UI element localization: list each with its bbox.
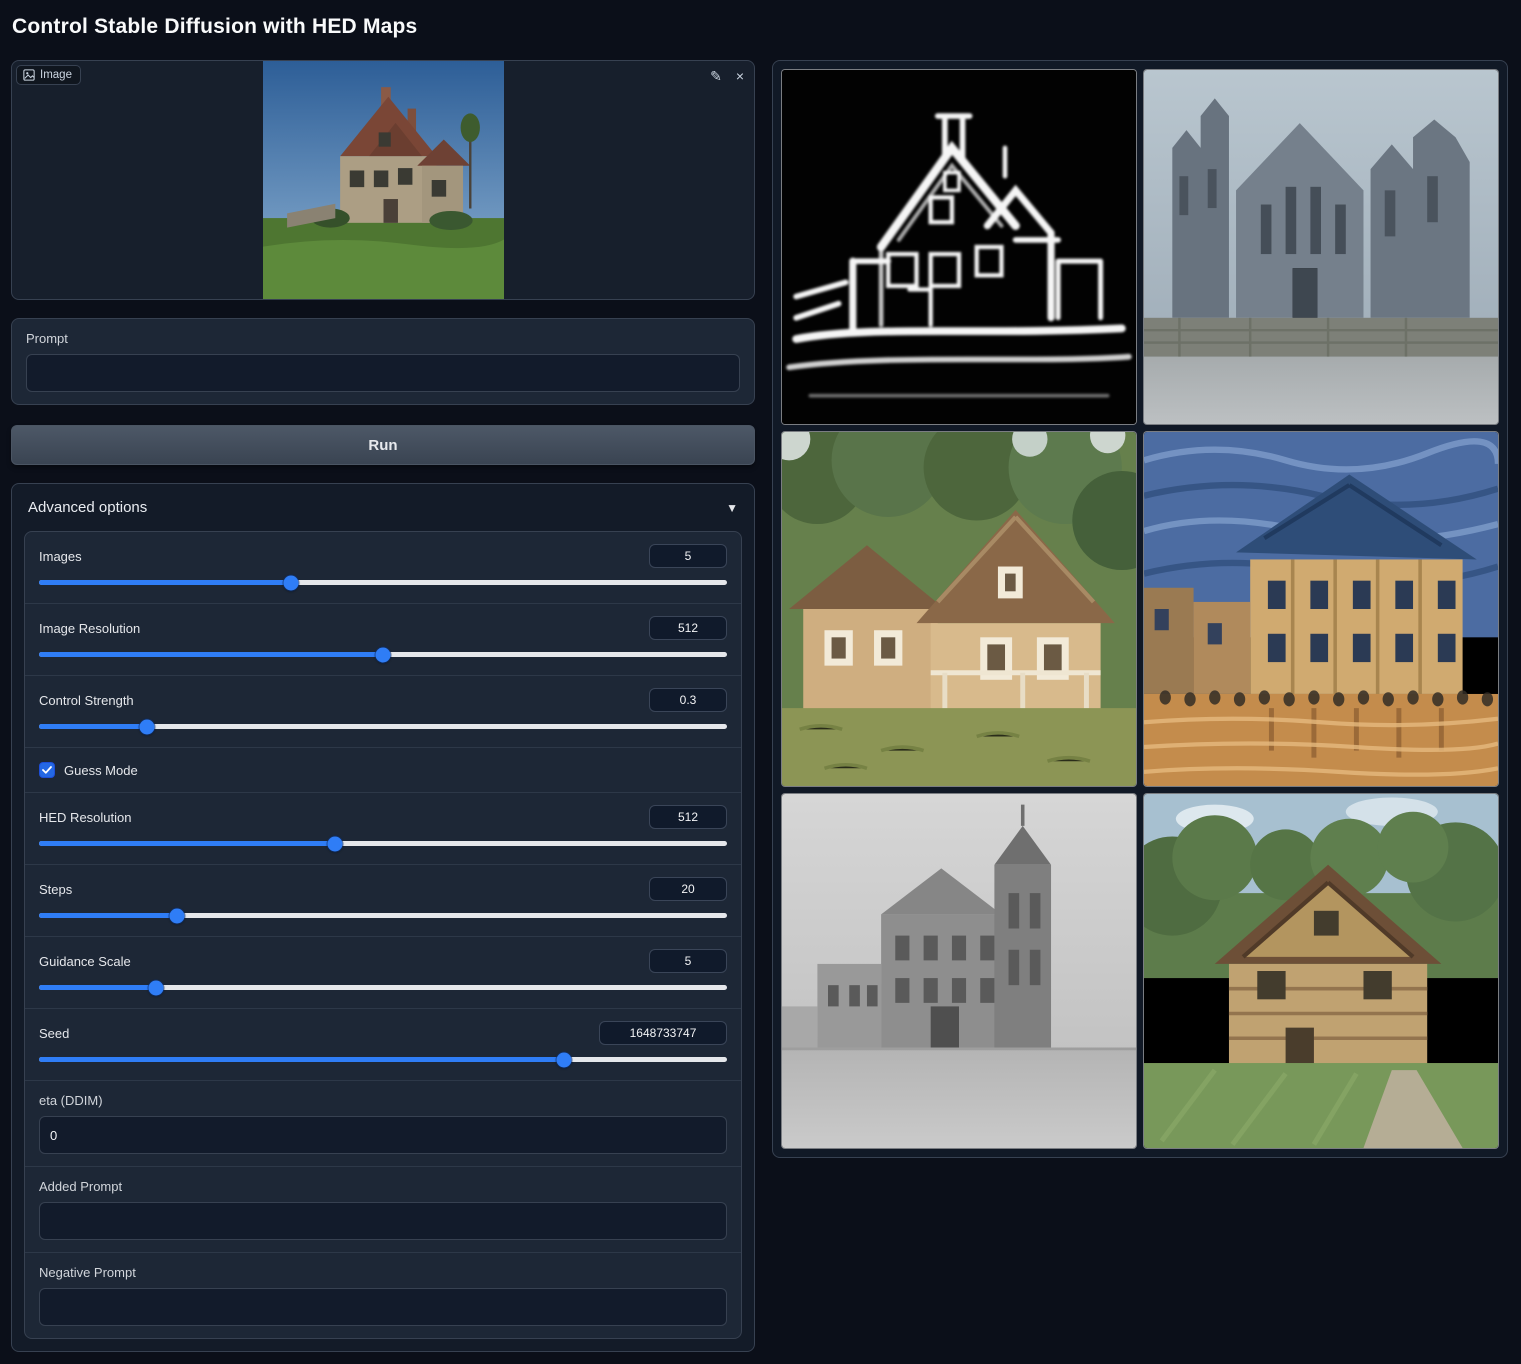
image-resolution-slider[interactable] <box>39 652 727 657</box>
image-input-dropzone[interactable]: Image ✎ × <box>11 60 755 300</box>
slider-row-steps: Steps <box>25 864 741 936</box>
guess-mode-label: Guess Mode <box>64 763 138 778</box>
run-button[interactable]: Run <box>11 425 755 465</box>
eta-label: eta (DDIM) <box>39 1093 727 1108</box>
gallery-item-grayscale-building[interactable] <box>781 793 1137 1149</box>
steps-label: Steps <box>39 882 72 897</box>
app-root: Control Stable Diffusion with HED Maps I… <box>0 0 1521 1364</box>
added-prompt-label: Added Prompt <box>39 1179 727 1194</box>
advanced-form: Images Image Resolution <box>24 531 742 1339</box>
output-gallery <box>772 60 1508 1158</box>
negative-prompt-row: Negative Prompt <box>25 1252 741 1338</box>
guidance-scale-label: Guidance Scale <box>39 954 131 969</box>
slider-row-images: Images <box>25 532 741 603</box>
image-input-tag-label: Image <box>40 69 72 81</box>
image-resolution-value-input[interactable] <box>649 616 727 640</box>
image-actions: ✎ × <box>708 67 746 85</box>
hed-resolution-slider[interactable] <box>39 841 727 846</box>
advanced-options-body: Images Image Resolution <box>12 531 754 1351</box>
clear-image-button[interactable]: × <box>734 67 746 85</box>
pencil-icon: ✎ <box>710 68 722 84</box>
control-strength-slider-thumb[interactable] <box>140 719 155 734</box>
prompt-label: Prompt <box>26 331 740 346</box>
image-icon <box>23 69 35 81</box>
added-prompt-input[interactable] <box>39 1202 727 1240</box>
steps-slider-thumb[interactable] <box>169 908 184 923</box>
advanced-options-title: Advanced options <box>28 499 147 516</box>
gallery-item-house-with-trees[interactable] <box>1143 793 1499 1149</box>
painted-house-image <box>782 432 1136 786</box>
guess-mode-checkbox[interactable] <box>39 762 55 778</box>
gallery-item-stylized-painting[interactable] <box>1143 431 1499 787</box>
prompt-input[interactable] <box>26 354 740 392</box>
image-resolution-label: Image Resolution <box>39 621 140 636</box>
control-strength-label: Control Strength <box>39 693 134 708</box>
images-slider-thumb[interactable] <box>284 575 299 590</box>
stylized-painting-image <box>1144 432 1498 786</box>
slider-row-image-resolution: Image Resolution <box>25 603 741 675</box>
grayscale-building-image <box>782 794 1136 1148</box>
hed-resolution-value-input[interactable] <box>649 805 727 829</box>
page-title: Control Stable Diffusion with HED Maps <box>0 0 1521 50</box>
image-input-tag: Image <box>16 65 81 85</box>
images-label: Images <box>39 549 82 564</box>
added-prompt-row: Added Prompt <box>25 1166 741 1252</box>
guess-mode-row: Guess Mode <box>25 747 741 792</box>
gallery-item-hed-edge-map[interactable] <box>781 69 1137 425</box>
house-with-trees-image <box>1144 794 1498 1148</box>
seed-slider-thumb[interactable] <box>556 1052 571 1067</box>
hed-resolution-slider-thumb[interactable] <box>327 836 342 851</box>
negative-prompt-input[interactable] <box>39 1288 727 1326</box>
control-strength-value-input[interactable] <box>649 688 727 712</box>
chevron-down-icon: ▼ <box>726 501 738 515</box>
close-icon: × <box>736 68 744 84</box>
stone-cathedral-image <box>1144 70 1498 424</box>
images-slider[interactable] <box>39 580 727 585</box>
slider-row-guidance-scale: Guidance Scale <box>25 936 741 1008</box>
steps-value-input[interactable] <box>649 877 727 901</box>
eta-row: eta (DDIM) <box>25 1080 741 1166</box>
gallery-item-stone-cathedral[interactable] <box>1143 69 1499 425</box>
main-row: Image ✎ × <box>11 60 1508 1352</box>
guidance-scale-slider-thumb[interactable] <box>148 980 163 995</box>
seed-value-input[interactable] <box>599 1021 727 1045</box>
advanced-options-accordion: Advanced options ▼ Images <box>11 483 755 1352</box>
hed-edge-map-image <box>782 70 1136 424</box>
control-strength-slider[interactable] <box>39 724 727 729</box>
images-value-input[interactable] <box>649 544 727 568</box>
seed-slider[interactable] <box>39 1057 727 1062</box>
guidance-scale-slider[interactable] <box>39 985 727 990</box>
hed-resolution-label: HED Resolution <box>39 810 132 825</box>
image-resolution-slider-thumb[interactable] <box>376 647 391 662</box>
slider-row-control-strength: Control Strength <box>25 675 741 747</box>
guidance-scale-value-input[interactable] <box>649 949 727 973</box>
steps-slider[interactable] <box>39 913 727 918</box>
uploaded-house-photo <box>263 61 504 299</box>
slider-row-hed-resolution: HED Resolution <box>25 792 741 864</box>
seed-label: Seed <box>39 1026 69 1041</box>
left-column: Image ✎ × <box>11 60 755 1352</box>
gallery-item-painted-house[interactable] <box>781 431 1137 787</box>
slider-row-seed: Seed <box>25 1008 741 1080</box>
check-icon <box>42 766 52 774</box>
negative-prompt-label: Negative Prompt <box>39 1265 727 1280</box>
edit-image-button[interactable]: ✎ <box>708 67 724 85</box>
eta-input[interactable] <box>39 1116 727 1154</box>
advanced-options-header[interactable]: Advanced options ▼ <box>12 484 754 531</box>
prompt-block: Prompt <box>11 318 755 405</box>
